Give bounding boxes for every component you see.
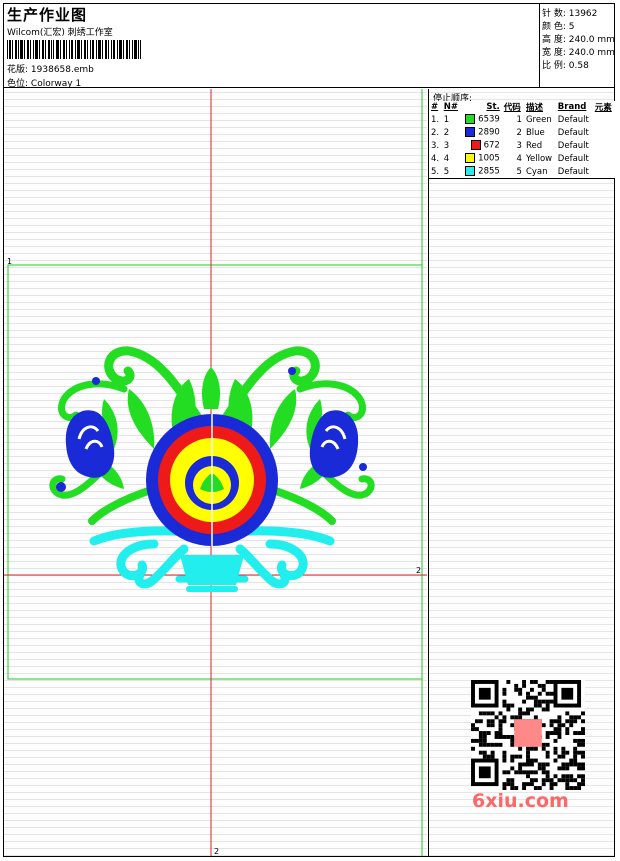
col-header-desc: 描述	[525, 103, 543, 113]
row-brand: Default	[557, 140, 589, 151]
barcode	[7, 40, 141, 59]
row-stitches: 6539	[461, 113, 502, 126]
table-header-row: # N# St. 代码 描述 Brand 元素	[429, 101, 615, 113]
color-swatch	[465, 114, 476, 125]
row-code: 4	[516, 153, 522, 164]
row-code: 2	[516, 127, 522, 138]
colorway-label: 色位:	[7, 79, 29, 89]
axis-mark-bottom: 2	[214, 847, 219, 856]
row-code: 5	[516, 166, 522, 177]
row-stitches: 672	[461, 139, 502, 152]
col-header-element: 元素	[594, 103, 612, 113]
row-element	[593, 152, 615, 165]
color-swatch	[465, 166, 476, 177]
row-brand: Default	[557, 166, 589, 177]
col-header-stitches: St.	[486, 102, 500, 112]
spec-colors: 颜 色: 5	[542, 22, 575, 32]
spec-panel: 针 数: 13962 颜 色: 5 高 度: 240.0 mm 宽 度: 240…	[540, 3, 615, 88]
row-needle: 3	[443, 140, 450, 151]
vase-body	[180, 555, 244, 585]
row-brand: Default	[557, 153, 589, 164]
qr-code	[471, 680, 585, 790]
file-value: 1938658.emb	[30, 65, 94, 75]
hoop-mark-1: 1	[7, 257, 12, 266]
row-index: 2.	[431, 127, 440, 138]
row-index: 1.	[431, 114, 440, 125]
stop-sequence-table: # N# St. 代码 描述 Brand 元素 1. 1 6539 1 Green Def…	[429, 101, 615, 179]
row-element	[593, 113, 615, 126]
color-swatch	[465, 127, 476, 138]
table-row[interactable]: 5. 5 2855 5 Cyan Default	[429, 165, 615, 179]
row-brand: Default	[557, 127, 589, 138]
row-index: 4.	[431, 153, 440, 164]
stitch-count: 1005	[478, 153, 500, 164]
site-logo: 6xiu.com	[472, 790, 569, 812]
file-info: 花版: 1938658.emb	[7, 62, 94, 75]
row-needle: 5	[443, 166, 450, 177]
row-desc: Red	[525, 140, 543, 151]
table-row[interactable]: 3. 3 672 3 Red Default	[429, 139, 615, 152]
table-row[interactable]: 2. 2 2890 2 Blue Default	[429, 126, 615, 139]
row-needle: 1	[443, 114, 450, 125]
row-index: 3.	[431, 140, 440, 151]
row-desc: Cyan	[525, 166, 548, 177]
spec-scale: 比 例: 0.58	[542, 61, 589, 71]
stitch-count: 6539	[478, 114, 500, 125]
stitch-count: 2855	[478, 166, 500, 177]
col-header-index: #	[431, 102, 439, 112]
spec-stitches: 针 数: 13962	[542, 9, 598, 19]
row-element	[593, 126, 615, 139]
color-swatch	[470, 140, 481, 151]
table-row[interactable]: 1. 1 6539 1 Green Default	[429, 113, 615, 126]
axis-mark-right: 2	[416, 566, 421, 575]
row-index: 5.	[431, 166, 440, 177]
design-canvas[interactable]: 1 2 2	[4, 89, 427, 856]
row-brand: Default	[557, 114, 589, 125]
row-desc: Blue	[525, 127, 545, 138]
page-title: 生产作业图	[7, 6, 88, 24]
row-needle: 2	[443, 127, 450, 138]
row-stitches: 1005	[461, 152, 502, 165]
table-row[interactable]: 4. 4 1005 4 Yellow Default	[429, 152, 615, 165]
row-code: 3	[516, 140, 522, 151]
row-desc: Green	[525, 114, 552, 125]
colorway-value: Colorway 1	[30, 79, 82, 89]
stitch-count: 2890	[478, 127, 500, 138]
embroidery-preview: 1 2 2	[4, 89, 427, 856]
row-element	[593, 165, 615, 179]
spec-height: 高 度: 240.0 mm	[542, 35, 615, 45]
studio-name: Wilcom(汇宏) 刺绣工作室	[7, 28, 113, 38]
row-desc: Yellow	[525, 153, 553, 164]
col-header-code: 代码	[503, 103, 521, 113]
row-stitches: 2855	[461, 165, 502, 179]
spec-width: 宽 度: 240.0 mm	[542, 48, 615, 58]
header-panel: 生产作业图 Wilcom(汇宏) 刺绣工作室 花版: 1938658.emb 色…	[3, 3, 540, 89]
central-flower	[146, 414, 278, 546]
col-header-brand: Brand	[557, 102, 587, 112]
row-code: 1	[516, 114, 522, 125]
stitch-count: 672	[483, 140, 500, 151]
file-label: 花版:	[7, 65, 29, 75]
col-header-needle: N#	[443, 102, 459, 112]
row-needle: 4	[443, 153, 450, 164]
color-swatch	[465, 153, 476, 164]
colorway-info: 色位: Colorway 1	[7, 76, 81, 89]
row-stitches: 2890	[461, 126, 502, 139]
row-element	[593, 139, 615, 152]
